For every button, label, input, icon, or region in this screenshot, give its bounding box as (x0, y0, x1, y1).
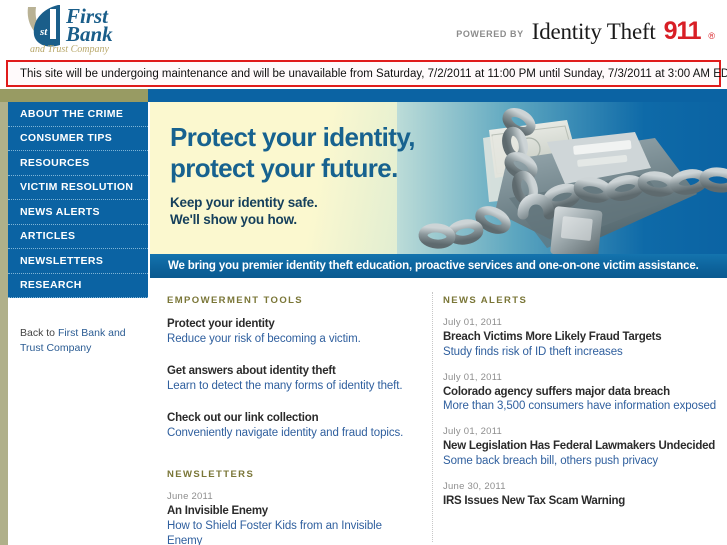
news-title: New Legislation Has Federal Lawmakers Un… (443, 440, 716, 452)
sidebar-nav: ABOUT THE CRIME CONSUMER TIPS RESOURCES … (8, 102, 148, 298)
sidebar: ABOUT THE CRIME CONSUMER TIPS RESOURCES … (8, 102, 148, 545)
news-alerts-heading: NEWS ALERTS (443, 295, 528, 306)
tool-description-link[interactable]: Learn to detect the many forms of identi… (167, 379, 416, 394)
maintenance-message: This site will be undergoing maintenance… (20, 67, 727, 80)
sidebar-item-label: ABOUT THE CRIME (20, 107, 124, 120)
news-title: Colorado agency suffers major data breac… (443, 385, 670, 398)
newsletter-item[interactable]: June 2011 An Invisible Enemy How to Shie… (167, 491, 416, 545)
sidebar-item-label: RESOURCES (20, 156, 90, 169)
sidebar-item-resources[interactable]: RESOURCES (8, 151, 148, 176)
newsletters-heading: NEWSLETTERS (167, 469, 255, 480)
tool-item[interactable]: Check out our link collection Convenient… (167, 411, 416, 441)
news-item[interactable]: June 30, 2011 IRS Issues New Tax Scam Wa… (443, 481, 717, 509)
911-wordmark: 911 (663, 17, 702, 45)
svg-text:and Trust Company: and Trust Company (30, 44, 109, 55)
back-to-prefix: Back to (20, 327, 58, 339)
sidebar-item-research[interactable]: RESEARCH (8, 273, 148, 298)
sidebar-item-news-alerts[interactable]: NEWS ALERTS (8, 200, 148, 225)
news-title: IRS Issues New Tax Scam Warning (443, 494, 626, 507)
tool-title: Get answers about identity theft (167, 365, 336, 377)
sidebar-top-rail (0, 89, 148, 102)
sidebar-item-label: NEWSLETTERS (20, 254, 104, 267)
sidebar-item-label: CONSUMER TIPS (20, 132, 113, 145)
news-description-link[interactable]: More than 3,500 consumers have informati… (443, 399, 717, 414)
tool-title: Protect your identity (167, 318, 275, 330)
sidebar-item-label: ARTICLES (20, 230, 76, 243)
empowerment-column: EMPOWERMENT TOOLS Protect your identity … (150, 284, 438, 545)
newsletter-description-link[interactable]: How to Shield Foster Kids from an Invisi… (167, 519, 416, 545)
news-item[interactable]: July 01, 2011 Breach Victims More Likely… (443, 317, 717, 360)
maintenance-banner: This site will be undergoing maintenance… (6, 60, 727, 87)
news-title: Breach Victims More Likely Fraud Targets (443, 331, 662, 343)
newsletter-date: June 2011 (167, 491, 213, 502)
tagline-bar: We bring you premier identity theft educ… (150, 254, 727, 278)
chained-wallet-photo (397, 102, 727, 254)
news-date: July 01, 2011 (443, 426, 503, 437)
svg-text:Bank: Bank (65, 22, 113, 46)
tool-description-link[interactable]: Conveniently navigate identity and fraud… (167, 426, 416, 441)
sidebar-item-about-the-crime[interactable]: ABOUT THE CRIME (8, 102, 148, 127)
sidebar-item-label: VICTIM RESOLUTION (20, 181, 134, 194)
first-bank-logo-icon: st First Bank and Trust Company (27, 4, 113, 55)
news-date: June 30, 2011 (443, 480, 506, 492)
hero-headline-line2: protect your future. (170, 153, 398, 183)
hero-banner: Protect your identity, protect your futu… (150, 102, 727, 254)
tool-title: Check out our link collection (167, 412, 319, 424)
first-bank-logo[interactable]: st First Bank and Trust Company (20, 3, 150, 55)
news-item[interactable]: July 01, 2011 New Legislation Has Federa… (443, 426, 717, 469)
left-edge-rail (0, 89, 8, 545)
news-item[interactable]: July 01, 2011 Colorado agency suffers ma… (443, 372, 717, 415)
powered-by-identity-theft-911: POWERED BY Identity Theft 911 ® (456, 17, 715, 46)
body-area: ABOUT THE CRIME CONSUMER TIPS RESOURCES … (0, 89, 727, 545)
tagline-text: We bring you premier identity theft educ… (168, 260, 699, 272)
hero-headline-line1: Protect your identity, (170, 122, 416, 152)
tool-item[interactable]: Get answers about identity theft Learn t… (167, 364, 416, 394)
sidebar-item-label: NEWS ALERTS (20, 205, 100, 218)
hero-subline2: We'll show you how. (170, 212, 297, 227)
tool-item[interactable]: Protect your identity Reduce your risk o… (167, 317, 416, 347)
newsletter-title: An Invisible Enemy (167, 505, 268, 517)
site-header: st First Bank and Trust Company POWERED … (0, 0, 727, 58)
news-alerts-column: NEWS ALERTS July 01, 2011 Breach Victims… (432, 284, 727, 545)
tool-description-link[interactable]: Reduce your risk of becoming a victim. (167, 332, 416, 347)
news-date: July 01, 2011 (443, 371, 503, 383)
hero-subline1: Keep your identity safe. (170, 195, 318, 210)
main-content: EMPOWERMENT TOOLS Protect your identity … (150, 284, 727, 545)
powered-by-label: POWERED BY (456, 29, 524, 39)
news-description-link[interactable]: Some back breach bill, others push priva… (443, 454, 717, 469)
sidebar-item-victim-resolution[interactable]: VICTIM RESOLUTION (8, 175, 148, 200)
sidebar-item-label: RESEARCH (20, 279, 82, 292)
sidebar-item-articles[interactable]: ARTICLES (8, 224, 148, 249)
sidebar-item-consumer-tips[interactable]: CONSUMER TIPS (8, 126, 148, 151)
hero-text-block: Protect your identity, protect your futu… (170, 122, 416, 228)
empowerment-heading: EMPOWERMENT TOOLS (167, 295, 304, 306)
news-description-link[interactable]: Study finds risk of ID theft increases (443, 345, 717, 360)
svg-text:st: st (39, 26, 48, 38)
registered-mark-icon: ® (708, 31, 715, 41)
page-root: st First Bank and Trust Company POWERED … (0, 0, 727, 545)
back-to-bank-block: Back to First Bank and Trust Company (8, 298, 148, 356)
identity-theft-wordmark: Identity Theft (531, 19, 656, 44)
content-top-strip (148, 89, 727, 102)
sidebar-item-newsletters[interactable]: NEWSLETTERS (8, 249, 148, 274)
news-date: July 01, 2011 (443, 317, 503, 328)
